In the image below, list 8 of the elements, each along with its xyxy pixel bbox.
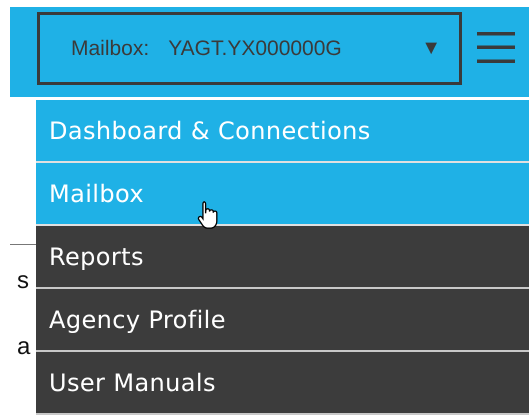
text-fragment: a [17, 333, 31, 361]
mailbox-dropdown[interactable]: Mailbox: YAGT.YX000000G ▼ [37, 12, 462, 85]
menu-item[interactable]: User Manuals [36, 352, 529, 415]
menu-item[interactable]: Reports [36, 226, 529, 289]
hand-cursor-icon [197, 200, 219, 231]
text-fragment: s [17, 267, 30, 295]
menu-icon[interactable] [477, 32, 515, 63]
menu-item[interactable]: Agency Profile [36, 289, 529, 352]
